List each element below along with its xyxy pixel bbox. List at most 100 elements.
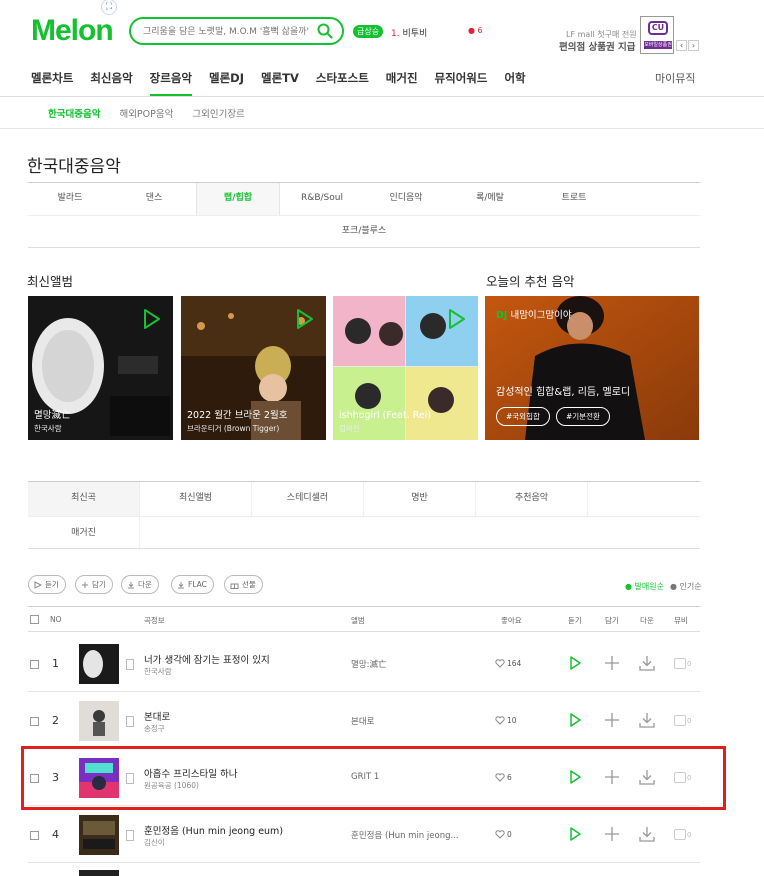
add-button[interactable]: 담기 xyxy=(75,575,113,594)
genre-folk[interactable]: 포크/블루스 xyxy=(28,216,700,247)
play-icon[interactable] xyxy=(567,712,583,728)
tab-classic[interactable]: 명반 xyxy=(364,482,476,516)
play-icon[interactable] xyxy=(567,655,583,671)
row-checkbox[interactable] xyxy=(30,774,39,783)
genre-dance[interactable]: 댄스 xyxy=(112,183,196,215)
song-artist[interactable]: 김신이 xyxy=(144,837,165,848)
song-album[interactable]: 본대로 xyxy=(351,715,374,727)
download-icon[interactable] xyxy=(639,769,655,785)
nav-chart[interactable]: 멜론차트 xyxy=(31,70,73,96)
mv-icon[interactable] xyxy=(674,658,686,669)
song-title[interactable]: 훈민정음 (Hun min jeong eum) xyxy=(144,823,283,837)
add-icon[interactable] xyxy=(604,769,620,785)
nav-starpost[interactable]: 스타포스트 xyxy=(316,70,369,96)
subnav-pop[interactable]: 해외POP음악 xyxy=(119,106,173,120)
nav-latest[interactable]: 최신음악 xyxy=(90,70,132,96)
nav-tv[interactable]: 멜론TV xyxy=(261,70,299,96)
song-album[interactable]: 훈민정음 (Hun min jeong... xyxy=(351,829,459,841)
song-info-icon[interactable] xyxy=(126,830,134,841)
recommend-headline[interactable]: 감성적인 힙합&랩, 리듬, 멜로디 xyxy=(496,383,630,398)
search-box[interactable] xyxy=(129,17,344,45)
play-icon[interactable] xyxy=(296,308,314,330)
like-button[interactable]: 0 xyxy=(495,830,512,839)
recommend-tag[interactable]: #국외힙합 xyxy=(496,407,550,426)
genre-indie[interactable]: 인디음악 xyxy=(364,183,448,215)
genre-rnb[interactable]: R&B/Soul xyxy=(280,183,364,215)
sort-release[interactable]: ● 발매원순 xyxy=(625,581,664,592)
add-icon[interactable] xyxy=(604,712,620,728)
genre-ballad[interactable]: 발라드 xyxy=(28,183,112,215)
song-album[interactable]: GRIT 1 xyxy=(351,772,379,782)
song-title[interactable]: 너가 생각에 잠기는 표정이 있지 xyxy=(144,652,270,666)
play-icon[interactable] xyxy=(567,826,583,842)
search-input[interactable] xyxy=(143,23,315,40)
realtime-keyword[interactable]: 1. 비투비 xyxy=(391,26,427,39)
recommend-tag[interactable]: #기분전환 xyxy=(556,407,610,426)
row-checkbox[interactable] xyxy=(30,717,39,726)
row-checkbox[interactable] xyxy=(30,660,39,669)
tab-magazine[interactable]: 매거진 xyxy=(28,517,140,550)
song-artist[interactable]: 한국사람 xyxy=(144,666,172,677)
flac-button[interactable]: FLAC xyxy=(171,575,214,594)
melon-logo[interactable]: Melon xyxy=(31,14,114,48)
select-all-checkbox[interactable] xyxy=(30,615,39,624)
subnav-other[interactable]: 그외인기장르 xyxy=(192,106,244,120)
song-info-icon[interactable] xyxy=(126,659,134,670)
subnav-kpop[interactable]: 한국대중음악 xyxy=(48,106,100,120)
nav-magazine[interactable]: 매거진 xyxy=(386,70,418,96)
album-card[interactable]: 멸망滅亡 한국사람 xyxy=(28,296,173,440)
song-artist[interactable]: 원공육공 (1060) xyxy=(144,780,199,791)
genre-rock[interactable]: 록/메탈 xyxy=(448,183,532,215)
genre-trot[interactable]: 트로트 xyxy=(532,183,616,215)
tab-latest-songs[interactable]: 최신곡 xyxy=(28,482,140,516)
nav-award[interactable]: 뮤직어워드 xyxy=(435,70,488,96)
nav-mymusic[interactable]: 마이뮤직 xyxy=(655,70,695,86)
tab-steady[interactable]: 스테디셀러 xyxy=(252,482,364,516)
like-button[interactable]: 164 xyxy=(495,659,521,668)
add-icon[interactable] xyxy=(604,826,620,842)
song-info-icon[interactable] xyxy=(126,773,134,784)
gift-button[interactable]: 선물 xyxy=(224,575,263,594)
download-button[interactable]: 다운 xyxy=(121,575,159,594)
song-album[interactable]: 멸망:滅亡 xyxy=(351,658,387,670)
mv-icon[interactable] xyxy=(674,772,686,783)
song-title[interactable]: 아홉수 프리스타일 하나 xyxy=(144,766,237,780)
listen-button[interactable]: 듣기 xyxy=(28,575,66,594)
ad-headline[interactable]: 편의점 상품권 지급 xyxy=(559,39,636,53)
nav-language[interactable]: 어학 xyxy=(504,70,525,96)
album-card[interactable]: ishhogirl (Feat. Rei) 김아진 xyxy=(333,296,478,440)
row-checkbox[interactable] xyxy=(30,831,39,840)
tab-recommend[interactable]: 추천음악 xyxy=(476,482,588,516)
ad-banner-image[interactable]: CU 모바일상품권 xyxy=(640,16,674,54)
like-button[interactable]: 6 xyxy=(495,773,512,782)
album-artist[interactable]: 한국사람 xyxy=(34,423,62,434)
download-icon[interactable] xyxy=(639,826,655,842)
mv-icon[interactable] xyxy=(674,715,686,726)
recommend-card[interactable]: DJ 내맘이그맘이야 감성적인 힙합&랩, 리듬, 멜로디 #국외힙합 #기분전… xyxy=(485,296,699,440)
nav-genre[interactable]: 장르음악 xyxy=(149,70,193,96)
play-icon[interactable] xyxy=(567,769,583,785)
song-thumbnail[interactable] xyxy=(79,815,119,855)
add-icon[interactable] xyxy=(604,655,620,671)
song-info-icon[interactable] xyxy=(126,716,134,727)
sort-popular[interactable]: ● 인기순 xyxy=(670,581,702,592)
album-title[interactable]: ishhogirl (Feat. Rei) xyxy=(339,410,431,421)
expand-icon[interactable]: ⛶ xyxy=(101,0,117,15)
album-title[interactable]: 멸망滅亡 xyxy=(34,407,70,421)
album-title[interactable]: 2022 월간 브라운 2월호 xyxy=(187,407,287,421)
album-artist[interactable]: 브라운티거 (Brown Tigger) xyxy=(187,423,279,434)
album-artist[interactable]: 김아진 xyxy=(339,423,360,434)
search-icon[interactable] xyxy=(317,23,333,39)
ad-prev-button[interactable]: ‹ xyxy=(676,40,687,51)
download-icon[interactable] xyxy=(639,712,655,728)
genre-hiphop[interactable]: 랩/힙합 xyxy=(196,183,280,215)
album-card[interactable]: 2022 월간 브라운 2월호 브라운티거 (Brown Tigger) xyxy=(181,296,326,440)
song-thumbnail[interactable] xyxy=(79,701,119,741)
download-icon[interactable] xyxy=(639,655,655,671)
song-thumbnail[interactable] xyxy=(79,758,119,798)
ad-next-button[interactable]: › xyxy=(688,40,699,51)
song-thumbnail[interactable] xyxy=(79,644,119,684)
song-title[interactable]: 본대로 xyxy=(144,709,170,723)
song-artist[interactable]: 송정구 xyxy=(144,723,165,734)
nav-dj[interactable]: 멜론DJ xyxy=(209,70,244,96)
